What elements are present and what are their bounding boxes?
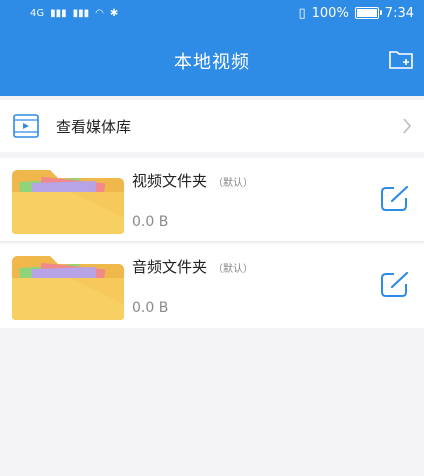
- media-library-row[interactable]: 查看媒体库: [0, 100, 424, 152]
- media-library-label: 查看媒体库: [56, 117, 132, 136]
- vibrate-icon: ▯: [298, 5, 306, 21]
- video-file-icon: [13, 114, 39, 138]
- chevron-right-icon: [403, 118, 412, 134]
- folder-row[interactable]: 视频文件夹 （默认） 0.0 B: [0, 158, 424, 242]
- folder-default-tag: （默认）: [213, 178, 254, 189]
- folder-info: 音频文件夹 （默认） 0.0 B: [132, 244, 414, 328]
- folder-name: 音频文件夹 （默认）: [132, 256, 253, 277]
- folder-info: 视频文件夹 （默认） 0.0 B: [132, 158, 414, 242]
- folder-row[interactable]: 音频文件夹 （默认） 0.0 B: [0, 244, 424, 328]
- battery-icon: [354, 7, 382, 19]
- clock: 7:34: [384, 5, 414, 21]
- signal-icon-2: ▮▮▮: [72, 7, 90, 19]
- folder-default-tag: （默认）: [213, 264, 254, 275]
- network-label: 4G: [30, 7, 45, 19]
- folder-add-icon[interactable]: [388, 48, 414, 70]
- app-header: 本地视频: [0, 26, 424, 96]
- wifi-icon: ◠: [95, 7, 104, 19]
- folder-icon: [12, 256, 124, 320]
- folder-icon: [12, 170, 124, 234]
- edit-icon[interactable]: [378, 184, 412, 214]
- folder-size: 0.0 B: [132, 214, 169, 230]
- battery-percent: 100%: [311, 5, 349, 21]
- status-bar: 4G ▮▮▮ ▮▮▮ ◠ ✱ ▯ 100% 7:34: [0, 0, 424, 26]
- edit-icon[interactable]: [378, 270, 412, 300]
- folder-name: 视频文件夹 （默认）: [132, 170, 253, 191]
- folder-title: 音频文件夹: [132, 258, 208, 276]
- status-left: 4G ▮▮▮ ▮▮▮ ◠ ✱: [30, 8, 118, 19]
- folder-title: 视频文件夹: [132, 172, 208, 190]
- status-right: ▯ 100% 7:34: [298, 6, 414, 21]
- folder-size: 0.0 B: [132, 300, 169, 316]
- bluetooth-icon: ✱: [109, 7, 119, 19]
- page-title: 本地视频: [174, 52, 250, 73]
- signal-icon: ▮▮▮: [50, 7, 67, 19]
